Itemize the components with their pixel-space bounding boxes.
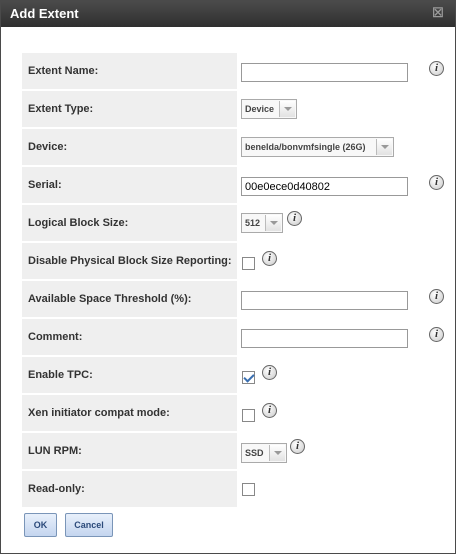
read-only-label: Read-only:	[22, 471, 237, 507]
chevron-down-icon	[279, 101, 295, 117]
disable-physical-label: Disable Physical Block Size Reporting:	[22, 243, 237, 279]
row-disable-physical-block-size: Disable Physical Block Size Reporting: i	[22, 243, 438, 279]
device-value: benelda/bonvmfsingle (26G)	[245, 142, 366, 152]
row-extent-type: Extent Type: Device	[22, 91, 438, 127]
lun-rpm-value: SSD	[245, 448, 264, 458]
enable-tpc-label: Enable TPC:	[22, 357, 237, 393]
serial-label: Serial:	[22, 167, 237, 203]
row-available-space: Available Space Threshold (%): i	[22, 281, 444, 317]
info-icon[interactable]: i	[262, 365, 277, 380]
serial-input[interactable]	[241, 177, 408, 196]
available-space-input[interactable]	[241, 291, 408, 310]
row-enable-tpc: Enable TPC: i	[22, 357, 438, 393]
extent-type-label: Extent Type:	[22, 91, 237, 127]
extent-name-label: Extent Name:	[22, 53, 237, 89]
row-device: Device: benelda/bonvmfsingle (26G)	[22, 129, 438, 165]
logical-block-size-value: 512	[245, 218, 261, 228]
disable-physical-checkbox[interactable]	[242, 257, 255, 270]
info-icon[interactable]: i	[290, 439, 305, 454]
row-logical-block-size: Logical Block Size: 512 i	[22, 205, 438, 241]
xen-compat-label: Xen initiator compat mode:	[22, 395, 237, 431]
comment-input[interactable]	[241, 329, 408, 348]
add-extent-dialog: Add Extent ☒ Extent Name: i Extent Type:…	[0, 0, 456, 554]
info-icon[interactable]: i	[429, 175, 444, 190]
lun-rpm-label: LUN RPM:	[22, 433, 237, 469]
lun-rpm-select[interactable]: SSD	[241, 443, 287, 463]
cancel-button[interactable]: Cancel	[65, 513, 113, 537]
chevron-down-icon	[265, 215, 281, 231]
close-icon[interactable]: ☒	[431, 6, 445, 20]
enable-tpc-checkbox[interactable]	[242, 371, 255, 384]
row-read-only: Read-only:	[22, 471, 438, 507]
row-lun-rpm: LUN RPM: SSD i	[22, 433, 438, 469]
row-extent-name: Extent Name: i	[22, 53, 444, 89]
device-select[interactable]: benelda/bonvmfsingle (26G)	[241, 137, 394, 157]
dialog-titlebar[interactable]: Add Extent ☒	[1, 1, 455, 27]
device-label: Device:	[22, 129, 237, 165]
logical-block-size-label: Logical Block Size:	[22, 205, 237, 241]
dialog-title: Add Extent	[10, 6, 79, 21]
available-space-label: Available Space Threshold (%):	[22, 281, 237, 317]
row-xen-compat: Xen initiator compat mode: i	[22, 395, 438, 431]
extent-name-input[interactable]	[241, 63, 408, 82]
ok-button[interactable]: OK	[24, 513, 57, 537]
info-icon[interactable]: i	[429, 61, 444, 76]
info-icon[interactable]: i	[262, 251, 277, 266]
row-comment: Comment: i	[22, 319, 444, 355]
extent-type-value: Device	[245, 104, 275, 114]
logical-block-size-select[interactable]: 512	[241, 213, 283, 233]
chevron-down-icon	[269, 445, 285, 461]
info-icon[interactable]: i	[287, 211, 302, 226]
comment-label: Comment:	[22, 319, 237, 355]
info-icon[interactable]: i	[429, 327, 444, 342]
chevron-down-icon	[376, 139, 392, 155]
info-icon[interactable]: i	[429, 289, 444, 304]
info-icon[interactable]: i	[262, 403, 277, 418]
xen-compat-checkbox[interactable]	[242, 409, 255, 422]
read-only-checkbox[interactable]	[242, 483, 255, 496]
row-serial: Serial: i	[22, 167, 444, 203]
extent-type-select[interactable]: Device	[241, 99, 297, 119]
